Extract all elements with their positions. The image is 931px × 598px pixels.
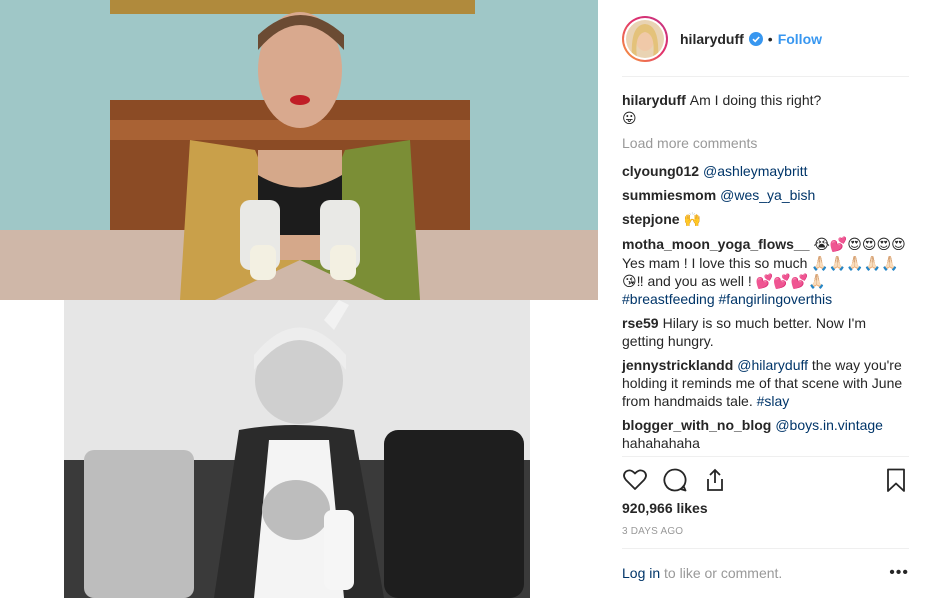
load-more-comments-button[interactable]: Load more comments (622, 134, 909, 152)
comment-text: 🙌 (683, 212, 702, 228)
comment-username[interactable]: motha_moon_yoga_flows__ (622, 236, 810, 252)
comment-text: Yes mam ! I love this so much 🙏🏻🙏🏻🙏🏻🙏🏻🙏🏻… (622, 255, 899, 289)
verified-badge-icon (748, 32, 763, 46)
avatar-image (626, 20, 664, 58)
comment-mention[interactable]: @ashleymaybritt (703, 163, 807, 179)
instagram-post: hilaryduff • Follow hilaryduff Am I doing… (0, 0, 931, 598)
comment-mention[interactable]: @hilaryduff (737, 357, 808, 373)
post-timestamp: 3 DAYS AGO (622, 526, 684, 537)
comment-emoji: 😭💕😍😍😍😍 (813, 237, 906, 253)
login-prompt: Log in to like or comment. ••• (622, 564, 909, 582)
post-header: hilaryduff • Follow (622, 14, 909, 64)
list-item: rse59 Hilary is so much better. Now I'm g… (622, 314, 909, 350)
caption: hilaryduff Am I doing this right? 😛 (622, 91, 909, 128)
list-item: stepjone 🙌 (622, 210, 909, 229)
comment-username[interactable]: stepjone (622, 211, 680, 227)
header-username[interactable]: hilaryduff (680, 31, 744, 47)
login-link[interactable]: Log in (622, 565, 660, 581)
caption-username[interactable]: hilaryduff (622, 92, 686, 108)
photo-bottom (64, 300, 530, 598)
caption-emoji: 😛 (622, 111, 637, 127)
bookmark-icon[interactable] (883, 467, 909, 493)
comment-mention[interactable]: @wes_ya_bish (720, 187, 815, 203)
follow-button[interactable]: Follow (778, 31, 822, 47)
comment-username[interactable]: rse59 (622, 315, 659, 331)
comment-username[interactable]: summiesmom (622, 187, 716, 203)
post-media[interactable] (0, 0, 598, 598)
list-item: clyoung012 @ashleymaybritt (622, 162, 909, 180)
list-item: blogger_with_no_blog @boys.in.vintage hah… (622, 416, 909, 452)
comments-list: hilaryduff Am I doing this right? 😛 Load … (622, 91, 909, 458)
photo-bottom-image (64, 300, 530, 598)
heart-icon[interactable] (622, 467, 648, 493)
photo-top-image (0, 0, 598, 300)
comment-username[interactable]: jennystricklandd (622, 357, 733, 373)
likes-count[interactable]: 920,966 likes (622, 500, 708, 516)
footer-divider (622, 548, 909, 549)
comment-hashtag[interactable]: #slay (757, 393, 790, 409)
comment-hashtags[interactable]: #breastfeeding #fangirlingoverthis (622, 291, 832, 307)
separator-dot: • (767, 31, 773, 47)
comment-username[interactable]: clyoung012 (622, 163, 699, 179)
actions-divider (622, 456, 909, 457)
avatar[interactable] (622, 16, 668, 62)
action-bar (622, 464, 909, 496)
more-options-icon[interactable]: ••• (889, 564, 909, 582)
list-item: summiesmom @wes_ya_bish (622, 186, 909, 204)
comment-icon[interactable] (662, 467, 688, 493)
comment-mention[interactable]: @boys.in.vintage (775, 417, 883, 433)
comment-text: hahahahaha (622, 435, 700, 451)
post-side-panel: hilaryduff • Follow hilaryduff Am I doing… (598, 0, 931, 598)
list-item: motha_moon_yoga_flows__ 😭💕😍😍😍😍 Yes mam ! … (622, 235, 909, 308)
list-item: jennystricklandd @hilaryduff the way you'… (622, 356, 909, 410)
caption-text: Am I doing this right? (689, 92, 822, 108)
share-icon[interactable] (702, 467, 728, 493)
login-prompt-text: to like or comment. (664, 565, 783, 581)
photo-top (0, 0, 598, 300)
header-divider (622, 76, 909, 77)
comment-username[interactable]: blogger_with_no_blog (622, 417, 771, 433)
